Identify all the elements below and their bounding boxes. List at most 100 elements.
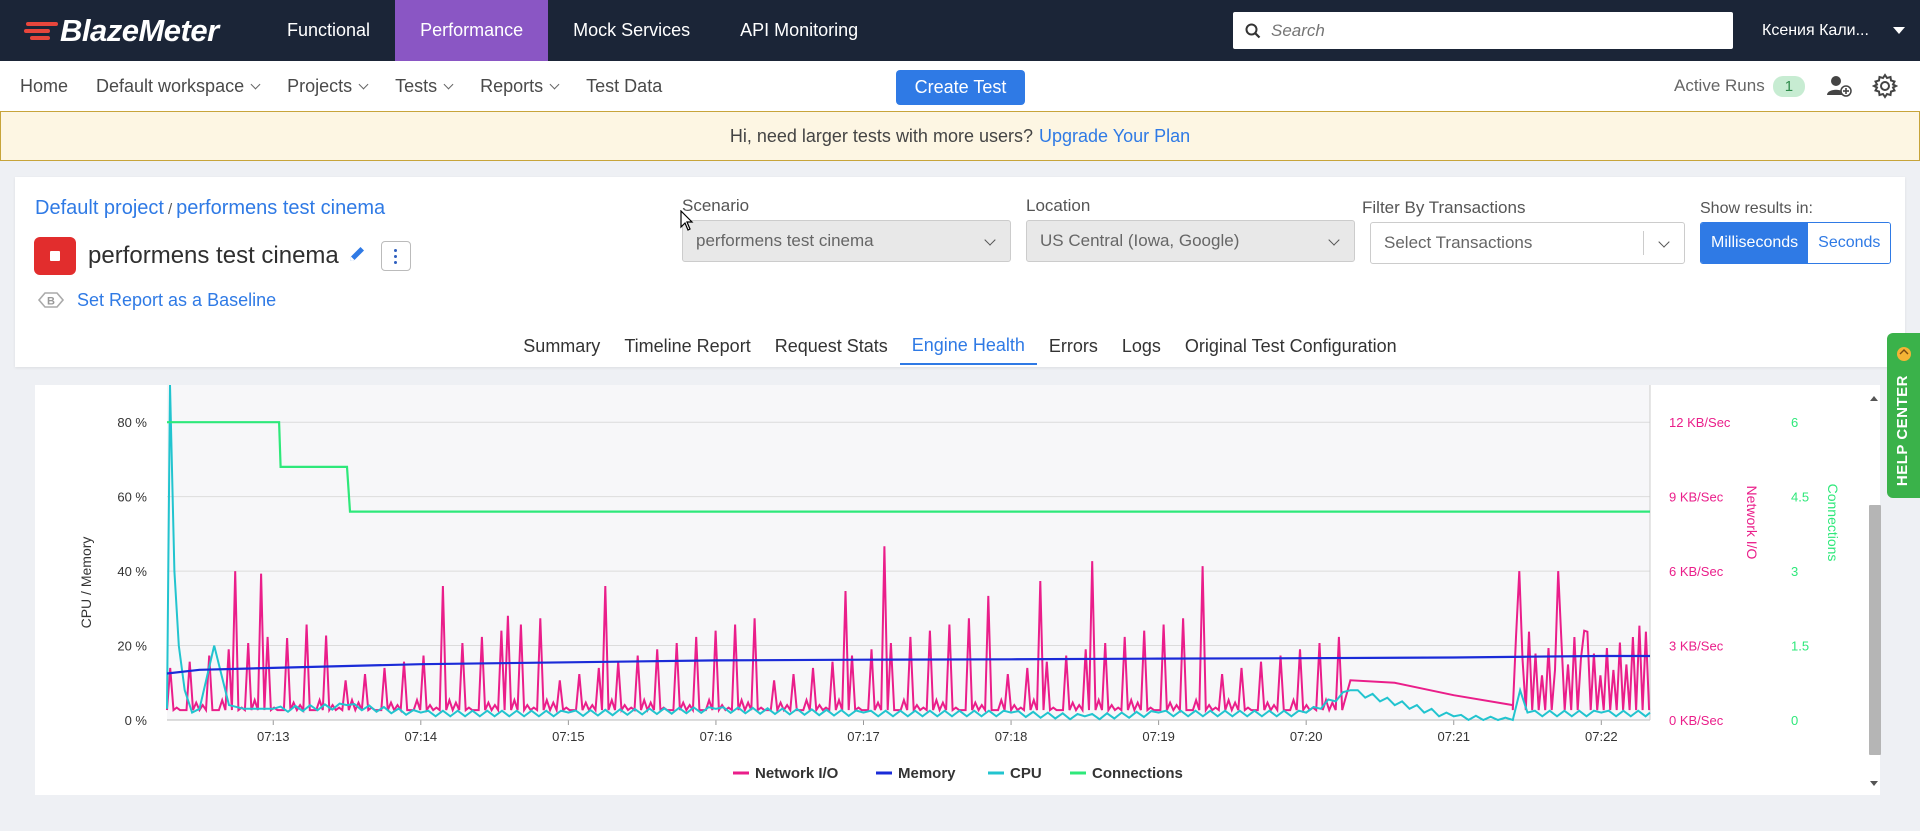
chevron-down-icon <box>358 79 369 89</box>
scenario-value: performens test cinema <box>696 231 874 250</box>
add-user-icon <box>1827 76 1852 97</box>
y-right-connections-tick-label: 0 <box>1791 713 1798 728</box>
nav-performance[interactable]: Performance <box>395 0 549 61</box>
x-tick-label: 07:14 <box>405 729 438 744</box>
subnav-test-data[interactable]: Test Data <box>572 76 676 97</box>
breadcrumb-separator: / <box>167 201 173 218</box>
legend-label: Connections <box>1092 765 1183 782</box>
caret-down-icon <box>1892 27 1905 34</box>
scrollbar-thumb[interactable] <box>1869 505 1881 755</box>
legend-label: Network I/O <box>755 765 839 782</box>
tab-timeline-report[interactable]: Timeline Report <box>612 327 762 365</box>
subnav-test-data-label: Test Data <box>586 75 663 96</box>
x-tick-label: 07:18 <box>995 729 1028 744</box>
logo-mark-icon <box>24 20 58 42</box>
set-baseline-link[interactable]: B Set Report as a Baseline <box>37 289 276 311</box>
upgrade-banner: Hi, need larger tests with more users? U… <box>0 111 1920 161</box>
tab-request-stats[interactable]: Request Stats <box>763 327 900 365</box>
chevron-down-icon <box>549 79 560 89</box>
user-menu[interactable]: Ксения Кали... <box>1762 0 1905 61</box>
unit-toggle: Milliseconds Seconds <box>1700 222 1892 264</box>
chevron-down-icon <box>443 79 454 89</box>
x-tick-label: 07:16 <box>700 729 733 744</box>
y-right-network-tick-label: 3 KB/Sec <box>1669 639 1724 654</box>
upgrade-plan-link[interactable]: Upgrade Your Plan <box>1039 126 1190 147</box>
engine-health-chart-card: 0 % 20 % 40 % 60 % 80 % 0 KB/Sec 3 KB/Sec 6 KB/… <box>35 384 1880 795</box>
subnav-home[interactable]: Home <box>0 76 82 97</box>
scroll-up-arrow-icon[interactable] <box>1870 396 1878 401</box>
nav-functional[interactable]: Functional <box>262 0 395 61</box>
logo-text: BlazeMeter <box>60 12 219 48</box>
location-select[interactable]: US Central (Iowa, Google) <box>1026 220 1355 262</box>
tab-logs[interactable]: Logs <box>1110 327 1173 365</box>
y-right-network-axis-title: Network I/O <box>1744 486 1760 560</box>
x-tick-label: 07:20 <box>1290 729 1323 744</box>
subnav-reports[interactable]: Reports <box>466 76 572 97</box>
y-right-connections-tick-label: 1.5 <box>1791 639 1809 654</box>
chevron-down-icon <box>1658 236 1670 248</box>
y-right-connections-tick-label: 3 <box>1791 564 1798 579</box>
breadcrumb-project[interactable]: Default project <box>35 197 164 219</box>
y-right-network-tick-label: 6 KB/Sec <box>1669 564 1724 579</box>
top-navigation: BlazeMeter Functional Performance Mock S… <box>0 0 1920 61</box>
show-results-label: Show results in: <box>1700 200 1813 217</box>
help-center-label: HELP CENTER <box>1894 375 1911 487</box>
edit-title-button[interactable] <box>347 244 367 269</box>
report-title: performens test cinema <box>88 242 339 269</box>
stop-icon <box>50 251 60 261</box>
select-divider <box>1643 231 1644 255</box>
seconds-button[interactable]: Seconds <box>1808 223 1891 263</box>
scenario-select[interactable]: performens test cinema <box>682 220 1011 262</box>
subnav-projects[interactable]: Projects <box>273 76 381 97</box>
tab-original-test-configuration[interactable]: Original Test Configuration <box>1173 327 1409 365</box>
transactions-placeholder: Select Transactions <box>1384 233 1533 252</box>
report-header: Default project / performens test cinema p… <box>15 177 1905 367</box>
baseline-label: Set Report as a Baseline <box>77 289 277 310</box>
y-right-connections-tick-label: 4.5 <box>1791 490 1809 505</box>
y-left-tick-label: 60 % <box>117 490 147 505</box>
add-user-button[interactable] <box>1826 61 1852 111</box>
tab-errors[interactable]: Errors <box>1037 327 1110 365</box>
search-icon <box>1245 23 1261 38</box>
engine-health-chart: 0 % 20 % 40 % 60 % 80 % 0 KB/Sec 3 KB/Sec 6 KB/… <box>78 384 1841 782</box>
chevron-down-icon <box>1328 234 1340 246</box>
nav-api-monitoring[interactable]: API Monitoring <box>715 0 883 61</box>
location-label: Location <box>1026 196 1091 215</box>
search-box[interactable] <box>1233 12 1733 49</box>
legend-label: CPU <box>1010 765 1042 782</box>
milliseconds-button[interactable]: Milliseconds <box>1701 223 1809 263</box>
x-tick-label: 07:19 <box>1142 729 1175 744</box>
user-name: Ксения Кали... <box>1762 21 1869 39</box>
subnav-tests[interactable]: Tests <box>381 76 466 97</box>
title-row: performens test cinema <box>34 237 411 275</box>
y-right-network-tick-label: 0 KB/Sec <box>1669 713 1724 728</box>
mouse-cursor-icon <box>680 210 694 231</box>
svg-text:B: B <box>47 296 55 308</box>
chevron-down-icon <box>250 79 261 89</box>
y-right-connections-tick-label: 6 <box>1791 415 1798 430</box>
y-right-network-tick-label: 12 KB/Sec <box>1669 415 1731 430</box>
x-tick-label: 07:15 <box>552 729 585 744</box>
nav-mock-services[interactable]: Mock Services <box>548 0 715 61</box>
help-center-tab[interactable]: HELP CENTER <box>1887 333 1920 498</box>
stop-test-button[interactable] <box>34 237 76 275</box>
y-right-network-tick-label: 9 KB/Sec <box>1669 490 1724 505</box>
tab-engine-health[interactable]: Engine Health <box>899 327 1037 365</box>
subnav-workspace-label: Default workspace <box>96 75 245 96</box>
active-runs[interactable]: Active Runs 1 <box>1674 61 1806 111</box>
transactions-select[interactable]: Select Transactions <box>1370 222 1685 264</box>
more-options-button[interactable] <box>380 241 411 271</box>
y-left-tick-label: 0 % <box>125 713 148 728</box>
blazemeter-logo[interactable]: BlazeMeter <box>0 0 262 61</box>
x-tick-label: 07:21 <box>1437 729 1470 744</box>
scrollbar[interactable] <box>1864 385 1884 795</box>
secondary-navigation: Home Default workspace Projects Tests Re… <box>0 61 1920 111</box>
search-input[interactable] <box>1271 20 1711 41</box>
create-test-button[interactable]: Create Test <box>896 70 1025 105</box>
scroll-down-arrow-icon[interactable] <box>1870 781 1878 786</box>
filter-transactions-label: Filter By Transactions <box>1362 198 1526 217</box>
settings-button[interactable] <box>1872 61 1898 111</box>
tab-summary[interactable]: Summary <box>511 327 612 365</box>
breadcrumb-test[interactable]: performens test cinema <box>176 197 385 219</box>
subnav-workspace[interactable]: Default workspace <box>82 76 273 97</box>
